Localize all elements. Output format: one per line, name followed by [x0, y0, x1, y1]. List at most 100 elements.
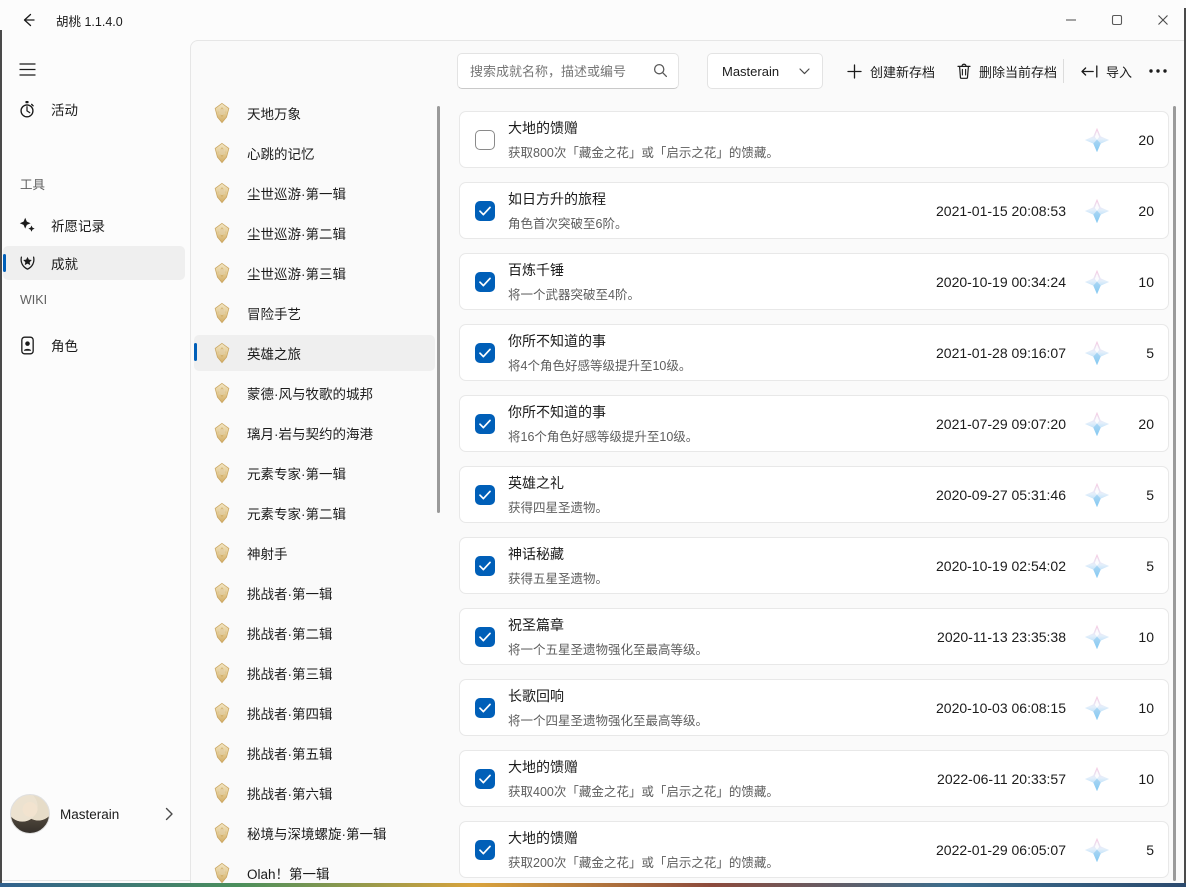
category-label: 尘世巡游·第三辑 — [247, 263, 346, 283]
achievement-checkbox[interactable] — [475, 201, 495, 221]
achievement-title: 长歌回响 — [508, 686, 936, 706]
sidebar-item-achievements[interactable]: 成就 — [3, 246, 185, 280]
achievement-title: 英雄之礼 — [508, 473, 936, 493]
sidebar-item-activity[interactable]: 活动 — [3, 92, 185, 126]
close-icon — [1157, 14, 1169, 26]
achievement-reward-count: 10 — [1122, 700, 1154, 716]
titlebar: 胡桃 1.1.4.0 — [0, 0, 1186, 40]
category-item[interactable]: 英雄之旅 — [194, 335, 435, 371]
achievement-title: 大地的馈赠 — [508, 757, 937, 777]
category-item[interactable]: 元素专家·第一辑 — [194, 455, 435, 491]
achievement-checkbox[interactable] — [475, 485, 495, 505]
achievement-checkbox[interactable] — [475, 627, 495, 647]
toolbar-divider — [1063, 59, 1064, 83]
achievement-checkbox[interactable] — [475, 414, 495, 434]
category-item[interactable]: 尘世巡游·第一辑 — [194, 175, 435, 211]
category-item[interactable]: 尘世巡游·第二辑 — [194, 215, 435, 251]
search-icon — [653, 63, 668, 78]
achievement-text: 祝圣篇章 将一个五星圣遗物强化至最高等级。 — [508, 615, 937, 658]
more-options-button[interactable] — [1139, 53, 1177, 89]
primogem-icon — [1084, 766, 1110, 792]
minimize-button[interactable] — [1048, 0, 1094, 40]
primogem-icon — [1084, 269, 1110, 295]
category-item[interactable]: 心跳的记忆 — [194, 135, 435, 171]
category-medal-icon — [211, 702, 233, 724]
achievement-checkbox[interactable] — [475, 272, 495, 292]
category-item[interactable]: 尘世巡游·第三辑 — [194, 255, 435, 291]
sidebar-section-tools: 工具 — [20, 174, 45, 193]
category-item[interactable]: 秘境与深境螺旋·第一辑 — [194, 815, 435, 851]
category-medal-icon — [211, 262, 233, 284]
achievement-text: 大地的馈赠 获取200次「藏金之花」或「启示之花」的馈藏。 — [508, 828, 936, 871]
close-button[interactable] — [1140, 0, 1186, 40]
delete-archive-button[interactable]: 删除当前存档 — [947, 53, 1067, 89]
category-medal-icon — [211, 862, 233, 884]
achievement-row[interactable]: 大地的馈赠 获取800次「藏金之花」或「启示之花」的馈藏。 20 — [459, 111, 1169, 168]
category-scrollbar[interactable] — [437, 106, 440, 513]
achievement-description: 将一个四星圣遗物强化至最高等级。 — [508, 710, 936, 729]
achievement-row[interactable]: 大地的馈赠 获取400次「藏金之花」或「启示之花」的馈藏。 2022-06-11… — [459, 750, 1169, 807]
plus-icon — [847, 64, 862, 79]
sidebar-item-characters[interactable]: 角色 — [3, 328, 185, 362]
category-item[interactable]: 天地万象 — [194, 95, 435, 131]
category-item[interactable]: 挑战者·第三辑 — [194, 655, 435, 691]
achievement-checkbox[interactable] — [475, 698, 495, 718]
achievement-checkbox[interactable] — [475, 556, 495, 576]
achievement-checkbox[interactable] — [475, 769, 495, 789]
achievement-text: 大地的馈赠 获取800次「藏金之花」或「启示之花」的馈藏。 — [508, 118, 1066, 161]
profile-name: Masterain — [60, 807, 164, 822]
achievement-row[interactable]: 英雄之礼 获得四星圣遗物。 2020-09-27 05:31:46 5 — [459, 466, 1169, 523]
minimize-icon — [1065, 14, 1077, 26]
sidebar-item-wish-record[interactable]: 祈愿记录 — [3, 208, 185, 242]
archive-selector[interactable]: Masterain — [707, 53, 823, 89]
import-button[interactable]: 导入 — [1071, 53, 1142, 89]
search-input[interactable] — [470, 54, 648, 88]
achievement-title: 大地的馈赠 — [508, 828, 936, 848]
category-label: Olah！第一辑 — [247, 863, 330, 883]
primogem-icon — [1084, 127, 1110, 153]
achievement-text: 百炼千锤 将一个武器突破至4阶。 — [508, 260, 936, 303]
category-item[interactable]: 冒险手艺 — [194, 295, 435, 331]
category-label: 尘世巡游·第一辑 — [247, 183, 346, 203]
back-button[interactable] — [12, 6, 44, 34]
achievement-description: 将一个武器突破至4阶。 — [508, 284, 936, 303]
category-item[interactable]: 蒙德·风与牧歌的城邦 — [194, 375, 435, 411]
achievement-text: 英雄之礼 获得四星圣遗物。 — [508, 473, 936, 516]
achievement-row[interactable]: 如日方升的旅程 角色首次突破至6阶。 2021-01-15 20:08:53 2… — [459, 182, 1169, 239]
achievement-row[interactable]: 你所不知道的事 将4个角色好感等级提升至10级。 2021-01-28 09:1… — [459, 324, 1169, 381]
achievement-checkbox[interactable] — [475, 343, 495, 363]
category-item[interactable]: 挑战者·第二辑 — [194, 615, 435, 651]
avatar — [10, 794, 50, 834]
achievement-checkbox[interactable] — [475, 130, 495, 150]
achievement-reward-count: 20 — [1122, 203, 1154, 219]
achievement-row[interactable]: 祝圣篇章 将一个五星圣遗物强化至最高等级。 2020-11-13 23:35:3… — [459, 608, 1169, 665]
achievement-list: 大地的馈赠 获取800次「藏金之花」或「启示之花」的馈藏。 20 如日方升的旅程… — [459, 111, 1169, 887]
selection-indicator — [194, 343, 197, 361]
category-label: 元素专家·第二辑 — [247, 503, 346, 523]
category-item[interactable]: 挑战者·第六辑 — [194, 775, 435, 811]
primogem-icon — [1084, 198, 1110, 224]
category-item[interactable]: 挑战者·第四辑 — [194, 695, 435, 731]
user-profile-button[interactable]: Masterain — [0, 782, 190, 846]
category-label: 挑战者·第六辑 — [247, 783, 333, 803]
create-archive-button[interactable]: 创建新存档 — [837, 53, 945, 89]
maximize-button[interactable] — [1094, 0, 1140, 40]
category-item[interactable]: 神射手 — [194, 535, 435, 571]
achievement-reward-count: 5 — [1122, 487, 1154, 503]
category-label: 蒙德·风与牧歌的城邦 — [247, 383, 373, 403]
achievement-row[interactable]: 长歌回响 将一个四星圣遗物强化至最高等级。 2020-10-03 06:08:1… — [459, 679, 1169, 736]
category-label: 冒险手艺 — [247, 303, 301, 323]
achievement-row[interactable]: 百炼千锤 将一个武器突破至4阶。 2020-10-19 00:34:24 10 — [459, 253, 1169, 310]
category-item[interactable]: 璃月·岩与契约的海港 — [194, 415, 435, 451]
category-item[interactable]: 挑战者·第五辑 — [194, 735, 435, 771]
category-medal-icon — [211, 582, 233, 604]
achievement-row[interactable]: 你所不知道的事 将16个角色好感等级提升至10级。 2021-07-29 09:… — [459, 395, 1169, 452]
category-item[interactable]: 挑战者·第一辑 — [194, 575, 435, 611]
achievement-scrollbar[interactable] — [1173, 106, 1176, 881]
achievement-row[interactable]: 神话秘藏 获得五星圣遗物。 2020-10-19 02:54:02 5 — [459, 537, 1169, 594]
nav-toggle-button[interactable] — [8, 52, 46, 86]
chevron-right-icon — [164, 807, 174, 821]
achievement-checkbox[interactable] — [475, 840, 495, 860]
category-item[interactable]: 元素专家·第二辑 — [194, 495, 435, 531]
achievement-row[interactable]: 大地的馈赠 获取200次「藏金之花」或「启示之花」的馈藏。 2022-01-29… — [459, 821, 1169, 878]
